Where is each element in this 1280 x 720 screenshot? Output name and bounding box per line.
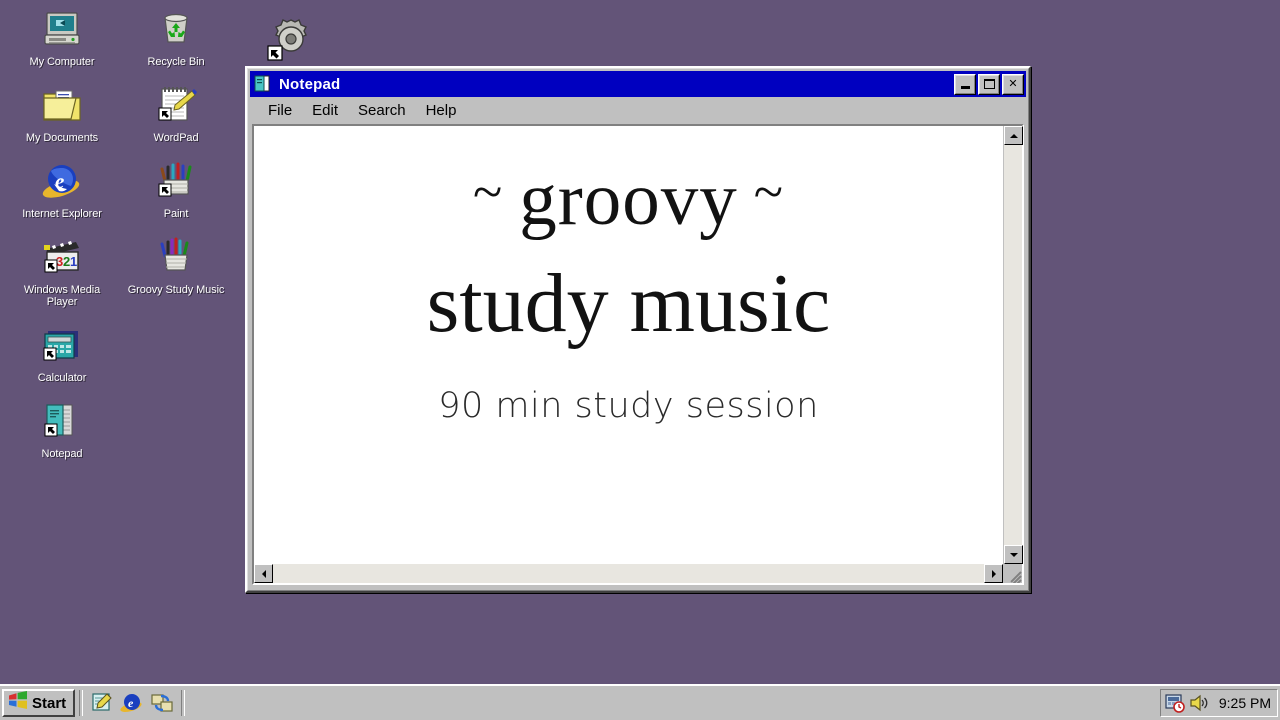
resize-grip-icon[interactable] <box>1003 564 1022 583</box>
menu-item-file[interactable]: File <box>258 100 302 121</box>
notepad-document-icon <box>253 74 273 94</box>
paint-icon <box>153 158 199 204</box>
desktop-icon-my-documents[interactable]: My Documents <box>12 82 112 144</box>
my-computer-icon <box>39 6 85 52</box>
wordpad-icon <box>153 82 199 128</box>
scroll-right-button[interactable] <box>984 564 1003 583</box>
scroll-down-arrow-icon <box>1009 552 1018 557</box>
maximize-icon <box>979 74 999 94</box>
desktop-icon-my-computer[interactable]: My Computer <box>12 6 112 68</box>
scroll-down-button[interactable] <box>1004 545 1023 564</box>
window-controls: ✕ <box>954 73 1024 95</box>
scroll-up-button[interactable] <box>1004 126 1023 145</box>
internet-explorer-icon: e <box>39 158 85 204</box>
show-desktop-icon[interactable] <box>90 691 114 715</box>
ornament-left: ~ <box>473 162 504 222</box>
desktop-icon-label: Calculator <box>37 372 87 384</box>
scroll-left-arrow-icon <box>261 569 266 578</box>
desktop-icon-groovy-study-music[interactable]: Groovy Study Music <box>126 234 226 296</box>
taskbar-clock[interactable]: 9:25 PM <box>1219 695 1271 711</box>
poster-word-groovy: groovy <box>519 158 738 241</box>
calculator-icon <box>39 322 85 368</box>
ornament-right: ~ <box>753 162 784 222</box>
svg-text:1: 1 <box>70 254 77 269</box>
desktop-icon-label: Windows Media Player <box>23 284 101 308</box>
desktop-icon-notepad[interactable]: Notepad <box>12 398 112 460</box>
horizontal-scrollbar[interactable] <box>254 564 1022 583</box>
desktop-shortcut-gear-settings[interactable] <box>264 14 320 70</box>
desktop-icon-internet-explorer[interactable]: e Internet Explorer <box>12 158 112 220</box>
taskbar[interactable]: Start e 9:25 PM <box>0 684 1280 720</box>
desktop-icon-recycle-bin[interactable]: Recycle Bin <box>126 6 226 68</box>
vertical-scroll-track[interactable] <box>1004 145 1022 545</box>
internet-explorer-icon[interactable]: e <box>120 691 144 715</box>
menu-item-search[interactable]: Search <box>348 100 416 121</box>
paint-pens-icon <box>153 234 199 280</box>
scroll-left-button[interactable] <box>254 564 273 583</box>
text-content-canvas[interactable]: ~ groovy ~ study music 90 min study sessio… <box>254 126 1003 564</box>
editor-area: ~ groovy ~ study music 90 min study sessio… <box>252 124 1024 585</box>
desktop-icon-label: My Computer <box>29 56 95 68</box>
desktop-icon-label: WordPad <box>153 132 199 144</box>
windows-media-player-icon: 3 2 1 <box>39 234 85 280</box>
taskbar-divider-2 <box>181 690 186 716</box>
svg-text:e: e <box>128 696 134 710</box>
window-title: Notepad <box>279 75 341 93</box>
desktop-icon-windows-media-player[interactable]: 3 2 1 Windows Media Player <box>12 234 112 308</box>
desktop-icon-column-right: Recycle Bin WordPad Paint Groovy Study M… <box>124 6 228 310</box>
desktop-icon-label: My Documents <box>25 132 99 144</box>
desktop-icon-paint[interactable]: Paint <box>126 158 226 220</box>
close-icon: ✕ <box>1003 74 1023 94</box>
close-button[interactable]: ✕ <box>1002 73 1024 95</box>
notepad-icon <box>39 398 85 444</box>
desktop-icon-calculator[interactable]: Calculator <box>12 322 112 384</box>
desktop-icon-label: Internet Explorer <box>22 208 102 220</box>
windows-logo-icon <box>8 691 28 715</box>
notepad-window[interactable]: Notepad ✕ File Edit Search Help ~ groovy… <box>245 66 1031 593</box>
taskbar-divider-1 <box>79 690 84 716</box>
scroll-right-arrow-icon <box>991 569 996 578</box>
poster-subtitle: 90 min study session <box>438 386 819 426</box>
menu-item-edit[interactable]: Edit <box>302 100 348 121</box>
volume-icon[interactable] <box>1189 693 1209 713</box>
editor-row: ~ groovy ~ study music 90 min study sessio… <box>254 126 1023 564</box>
desktop-icon-wordpad[interactable]: WordPad <box>126 82 226 144</box>
maximize-button[interactable] <box>978 73 1000 95</box>
desktop-icon-label: Groovy Study Music <box>127 284 225 296</box>
vertical-scrollbar[interactable] <box>1003 126 1023 564</box>
my-documents-icon <box>39 82 85 128</box>
menu-item-help[interactable]: Help <box>416 100 467 121</box>
notepad-window-inner: Notepad ✕ File Edit Search Help ~ groovy… <box>247 68 1029 591</box>
poster-title-line-1: ~ groovy ~ <box>457 144 800 248</box>
start-button-label: Start <box>32 694 67 712</box>
menu-bar: File Edit Search Help <box>250 97 1026 124</box>
start-button[interactable]: Start <box>2 689 76 717</box>
task-scheduler-icon[interactable] <box>1165 693 1185 713</box>
system-tray: 9:25 PM <box>1159 689 1278 717</box>
horizontal-scroll-track[interactable] <box>273 564 984 583</box>
desktop-icon-label: Paint <box>163 208 189 220</box>
scroll-up-arrow-icon <box>1009 133 1018 138</box>
desktop-icon-label: Notepad <box>41 448 83 460</box>
desktop-icon-label: Recycle Bin <box>147 56 205 68</box>
minimize-button[interactable] <box>954 73 976 95</box>
desktop[interactable]: My Computer My Documents e Internet Expl… <box>0 0 1280 680</box>
poster-title-line-2: study music <box>426 257 831 350</box>
window-titlebar[interactable]: Notepad ✕ <box>250 71 1026 97</box>
desktop-icon-column-left: My Computer My Documents e Internet Expl… <box>10 6 114 474</box>
gear-settings-icon <box>264 14 320 70</box>
recycle-bin-icon <box>153 6 199 52</box>
svg-text:e: e <box>55 169 64 193</box>
minimize-icon <box>955 74 975 94</box>
network-icon[interactable] <box>150 691 174 715</box>
